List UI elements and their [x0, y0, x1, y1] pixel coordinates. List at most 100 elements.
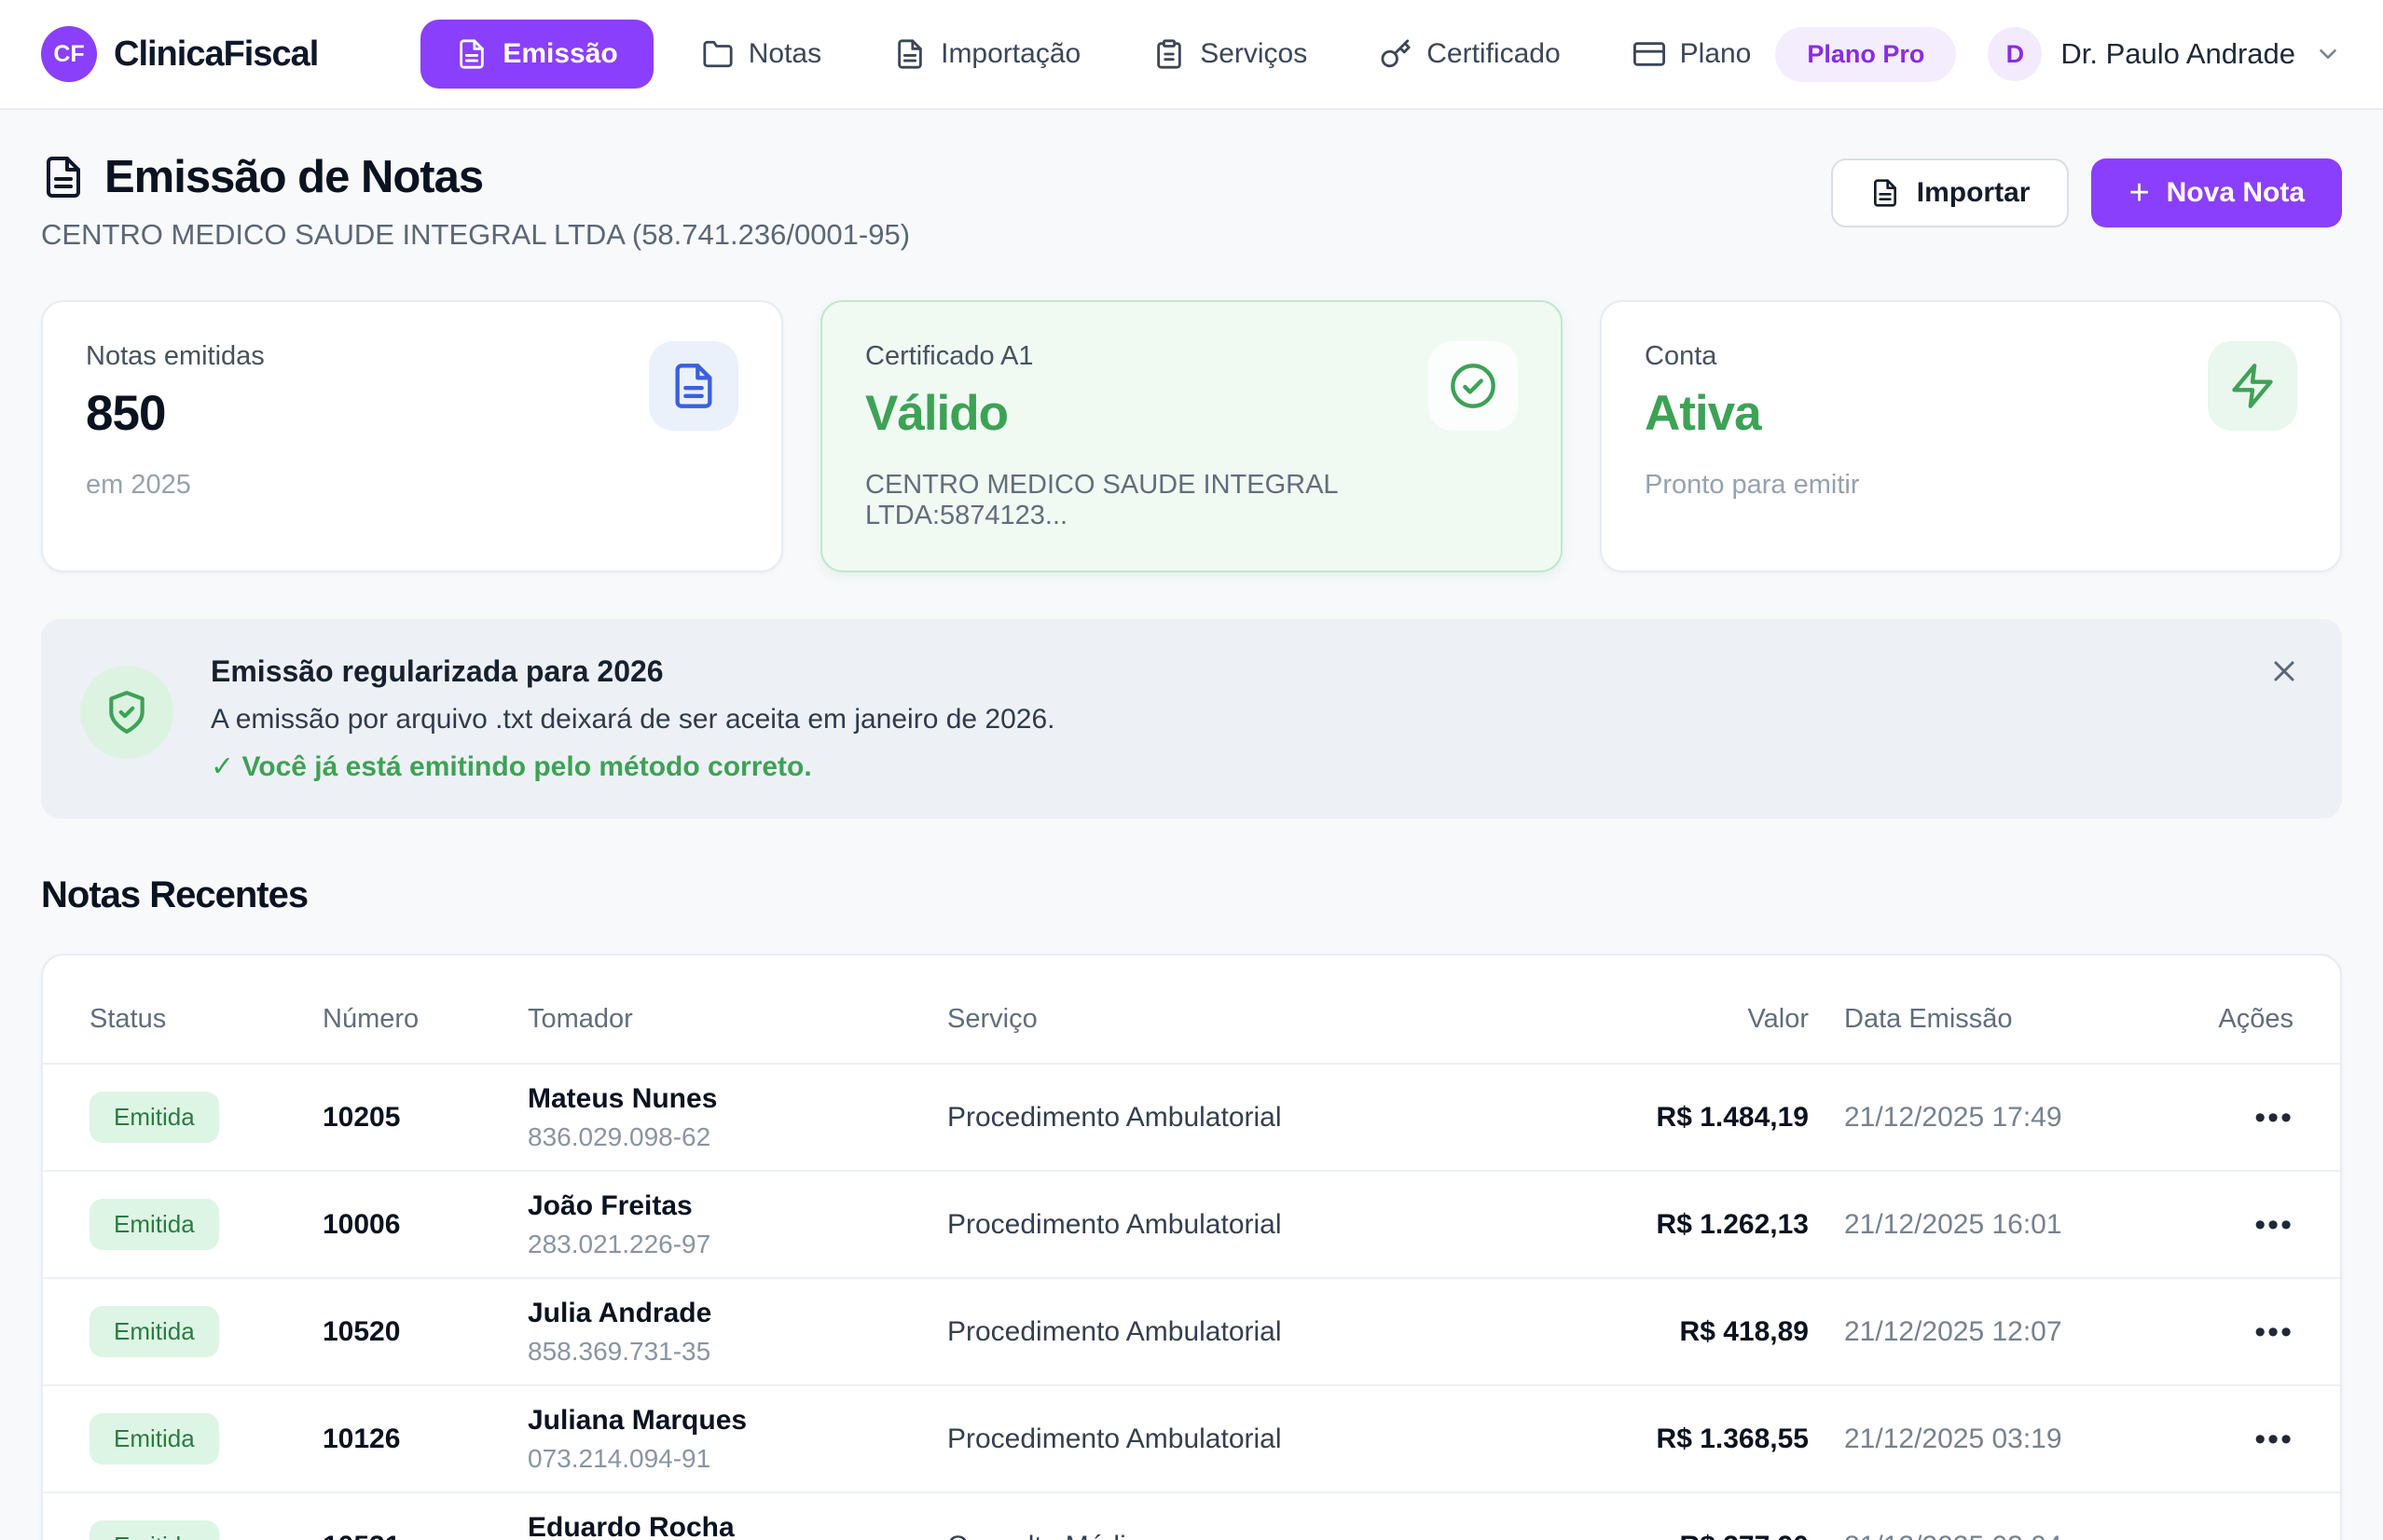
row-actions-button[interactable]: ••• [2245, 1521, 2293, 1540]
lightning-icon [2228, 362, 2277, 410]
nav-item-label: Emissão [503, 38, 617, 70]
row-actions-button[interactable]: ••• [2245, 1307, 2293, 1357]
nav-item-label: Notas [749, 38, 821, 70]
note-value: R$ 377,90 [1594, 1531, 1809, 1540]
row-actions-button[interactable]: ••• [2245, 1200, 2293, 1250]
import-button-label: Importar [1917, 177, 2031, 209]
nav-item-label: Serviços [1200, 38, 1307, 70]
recent-notes-table: Status Número Tomador Serviço Valor Data… [41, 954, 2342, 1540]
nav-item-label: Plano [1680, 38, 1752, 70]
note-value: R$ 1.262,13 [1594, 1209, 1809, 1241]
file-text-icon [41, 155, 86, 199]
note-number: 10205 [323, 1102, 528, 1134]
row-actions-button[interactable]: ••• [2245, 1414, 2293, 1464]
note-number: 10531 [323, 1531, 528, 1540]
status-badge: Emitida [90, 1413, 219, 1464]
service-name: Procedimento Ambulatorial [947, 1423, 1594, 1455]
tomador-cpf: 073.214.094-91 [528, 1444, 947, 1474]
stat-card-conta: Conta Ativa Pronto para emitir [1600, 300, 2342, 572]
stat-card-body: Notas emitidas 850 em 2025 [86, 341, 265, 531]
shield-check-icon [103, 689, 150, 736]
col-header-servico: Serviço [947, 1004, 1594, 1035]
file-text-icon [1870, 178, 1900, 208]
credit-card-icon [1633, 38, 1665, 70]
stat-label: Certificado A1 [865, 341, 1428, 372]
stat-sub: em 2025 [86, 470, 265, 501]
company-subtitle: CENTRO MEDICO SAUDE INTEGRAL LTDA (58.74… [41, 218, 910, 252]
table-row: Emitida 10126 Juliana Marques 073.214.09… [43, 1386, 2340, 1493]
plus-icon: + [2128, 175, 2149, 211]
note-number: 10006 [323, 1209, 528, 1241]
top-navbar: CF ClinicaFiscal Emissão Notas Importaçã… [0, 0, 2383, 110]
table-row: Emitida 10531 Eduardo Rocha 904.924.732-… [43, 1493, 2340, 1540]
table-header-row: Status Número Tomador Serviço Valor Data… [43, 956, 2340, 1065]
emission-date: 21/12/2025 17:49 [1809, 1102, 2126, 1134]
nav-item-notas[interactable]: Notas [678, 20, 846, 89]
nav-item-emissao[interactable]: Emissão [420, 20, 653, 89]
table-row: Emitida 10205 Mateus Nunes 836.029.098-6… [43, 1065, 2340, 1172]
col-header-acoes: Ações [2126, 1004, 2293, 1035]
file-text-icon [456, 38, 488, 70]
nav-item-plano[interactable]: Plano [1609, 20, 1776, 89]
new-note-button-label: Nova Nota [2167, 177, 2305, 209]
stat-icon-box [649, 341, 738, 431]
plan-badge: Plano Pro [1775, 27, 1956, 82]
user-menu[interactable]: D Dr. Paulo Andrade [1988, 27, 2342, 81]
service-name: Consulta Médica [947, 1531, 1594, 1540]
note-number: 10126 [323, 1423, 528, 1455]
banner-text: Emissão regularizada para 2026 A emissão… [211, 654, 1055, 783]
close-icon [2267, 654, 2301, 688]
nav-item-certificado[interactable]: Certificado [1356, 20, 1584, 89]
emission-date: 21/12/2025 03:19 [1809, 1423, 2126, 1455]
nav-item-label: Importação [941, 38, 1081, 70]
brand-logo: CF [41, 26, 97, 82]
note-number: 10520 [323, 1316, 528, 1348]
note-value: R$ 418,89 [1594, 1316, 1809, 1348]
stat-cards: Notas emitidas 850 em 2025 Certificado A… [41, 300, 2342, 572]
chevron-down-icon [2314, 40, 2342, 68]
status-badge: Emitida [90, 1520, 219, 1540]
banner-line: A emissão por arquivo .txt deixará de se… [211, 704, 1055, 736]
info-banner: Emissão regularizada para 2026 A emissão… [41, 619, 2342, 818]
file-text-icon [894, 38, 926, 70]
tomador-cpf: 836.029.098-62 [528, 1122, 947, 1152]
header-actions: Importar + Nova Nota [1831, 158, 2342, 227]
service-name: Procedimento Ambulatorial [947, 1102, 1594, 1134]
file-text-icon [669, 362, 718, 410]
tomador-name: João Freitas [528, 1190, 947, 1222]
col-header-tomador: Tomador [528, 1004, 947, 1035]
main-nav: Emissão Notas Importação Serviços Certif… [420, 20, 1775, 89]
stat-value: Ativa [1645, 385, 1860, 442]
col-header-valor: Valor [1594, 1004, 1809, 1035]
tomador-cpf: 283.021.226-97 [528, 1230, 947, 1259]
nav-right: Plano Pro D Dr. Paulo Andrade [1775, 27, 2342, 82]
stat-label: Notas emitidas [86, 341, 265, 372]
table-row: Emitida 10006 João Freitas 283.021.226-9… [43, 1172, 2340, 1279]
service-name: Procedimento Ambulatorial [947, 1209, 1594, 1241]
stat-label: Conta [1645, 341, 1860, 372]
nav-item-importacao[interactable]: Importação [870, 20, 1105, 89]
tomador-name: Mateus Nunes [528, 1083, 947, 1115]
page-header: Emissão de Notas CENTRO MEDICO SAUDE INT… [41, 151, 2342, 252]
import-button[interactable]: Importar [1831, 158, 2070, 227]
banner-title: Emissão regularizada para 2026 [211, 654, 1055, 689]
table-row: Emitida 10520 Julia Andrade 858.369.731-… [43, 1279, 2340, 1386]
new-note-button[interactable]: + Nova Nota [2091, 158, 2342, 227]
nav-item-servicos[interactable]: Serviços [1129, 20, 1331, 89]
stat-value: Válido [865, 385, 1428, 442]
user-name: Dr. Paulo Andrade [2060, 37, 2295, 71]
col-header-numero: Número [323, 1004, 528, 1035]
emission-date: 21/12/2025 16:01 [1809, 1209, 2126, 1241]
status-badge: Emitida [90, 1199, 219, 1250]
row-actions-button[interactable]: ••• [2245, 1093, 2293, 1143]
status-badge: Emitida [90, 1306, 219, 1357]
section-title: Notas Recentes [41, 874, 2342, 916]
stat-sub: CENTRO MEDICO SAUDE INTEGRAL LTDA:587412… [865, 470, 1428, 531]
tomador-name: Juliana Marques [528, 1405, 947, 1437]
banner-close-button[interactable] [2264, 651, 2305, 692]
avatar: D [1988, 27, 2042, 81]
stat-icon-box [2208, 341, 2297, 431]
brand: CF ClinicaFiscal [41, 26, 318, 82]
status-badge: Emitida [90, 1092, 219, 1143]
check-circle-icon [1449, 362, 1497, 410]
